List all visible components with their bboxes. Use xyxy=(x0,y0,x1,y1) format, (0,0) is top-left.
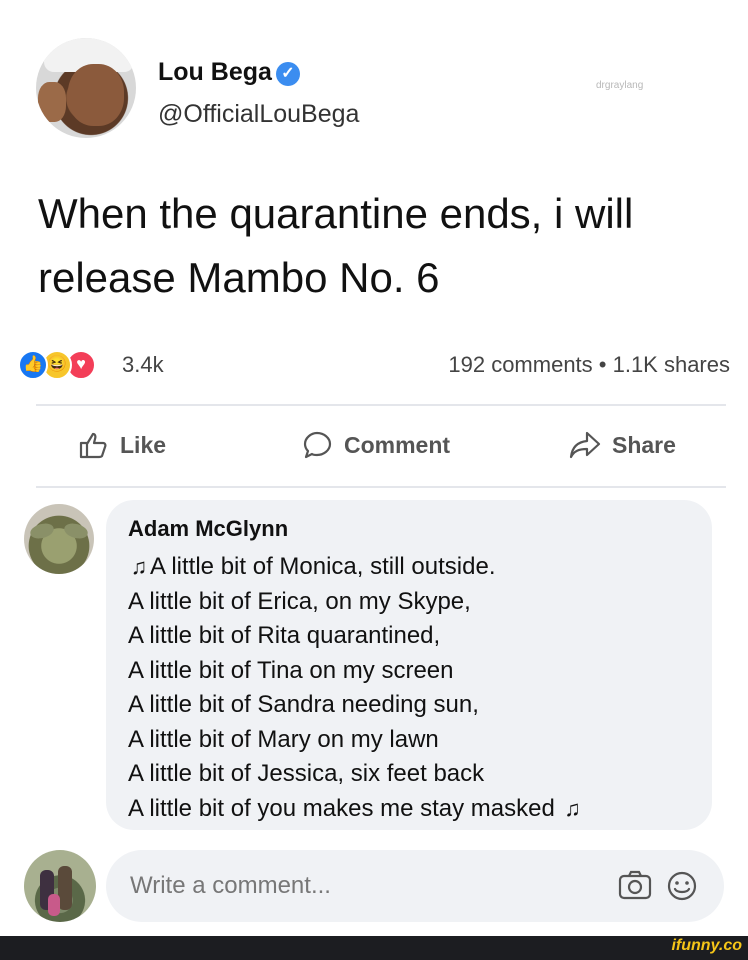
comment-line: A little bit of Erica, on my Skype, xyxy=(128,587,471,615)
actions-row: Like Comment Share xyxy=(36,420,726,470)
camera-icon[interactable] xyxy=(618,870,652,900)
footer-bar: ifunny.co xyxy=(0,936,748,960)
comment-line: A little bit of Jessica, six feet back xyxy=(128,760,485,787)
share-label: Share xyxy=(612,431,676,458)
write-comment-row: Write a comment... xyxy=(20,846,724,926)
comment-button[interactable]: Comment xyxy=(300,420,450,470)
avatar-hand xyxy=(38,82,66,122)
avatar-figure xyxy=(48,894,60,916)
author-name-row[interactable]: Lou Bega ✓ xyxy=(158,58,300,87)
share-button[interactable]: Share xyxy=(568,420,676,470)
post-header: Lou Bega ✓ @OfficialLouBega drgraylang xyxy=(36,32,716,142)
post-text: When the quarantine ends, i will release… xyxy=(38,182,718,310)
reactions-row: 👍 😆 ♥ 3.4k 192 comments • 1.1K shares xyxy=(14,348,730,384)
comment: Adam McGlynn ♫ A little bit of Monica, st… xyxy=(20,498,720,838)
avatar-figure xyxy=(58,866,72,910)
watermark: drgraylang xyxy=(596,80,644,91)
post-text-line-2: release Mambo No. 6 xyxy=(38,254,440,301)
speech-bubble-icon xyxy=(300,428,334,462)
comment-line: A little bit of Sandra needing sun, xyxy=(128,691,479,718)
verified-badge-icon: ✓ xyxy=(275,62,300,86)
reaction-icons[interactable]: 👍 😆 ♥ xyxy=(18,350,114,382)
current-user-avatar[interactable] xyxy=(24,850,96,922)
share-arrow-icon xyxy=(568,428,602,462)
write-comment-placeholder: Write a comment... xyxy=(130,872,331,899)
comment-line: A little bit of Mary on my lawn xyxy=(128,725,439,753)
author-handle[interactable]: @OfficialLouBega xyxy=(158,100,359,129)
music-note-icon: ♫ xyxy=(130,554,148,579)
emoji-icon[interactable] xyxy=(666,870,698,902)
comment-line: A little bit of you makes me stay masked… xyxy=(128,792,708,827)
comment-label: Comment xyxy=(344,431,451,458)
avatar-face xyxy=(68,64,124,126)
reaction-count[interactable]: 3.4k xyxy=(122,352,164,378)
thumbs-up-icon xyxy=(76,428,110,462)
divider-bottom xyxy=(36,486,726,488)
commenter-avatar[interactable] xyxy=(24,504,94,574)
author-avatar[interactable] xyxy=(36,38,136,138)
like-button[interactable]: Like xyxy=(76,420,166,470)
like-label: Like xyxy=(120,431,167,458)
ifunny-logo[interactable]: ifunny.co xyxy=(671,937,742,955)
author-name[interactable]: Lou Bega xyxy=(158,58,272,86)
music-note-icon: ♫ xyxy=(564,795,581,821)
comment-line: ♫ A little bit of Monica, still outside. xyxy=(128,550,708,585)
commenter-name[interactable]: Adam McGlynn xyxy=(128,516,288,542)
like-reaction-icon: 👍 xyxy=(18,350,48,380)
post-text-line-1: When the quarantine ends, i will xyxy=(38,190,634,237)
comment-bubble: Adam McGlynn ♫ A little bit of Monica, st… xyxy=(106,500,712,830)
comment-line: A little bit of Rita quarantined, xyxy=(128,622,441,649)
divider-top xyxy=(36,404,726,406)
comment-text: ♫ A little bit of Monica, still outside. … xyxy=(128,550,708,826)
comments-shares-count[interactable]: 192 comments • 1.1K shares xyxy=(448,352,730,378)
comment-line: A little bit of Tina on my screen xyxy=(128,656,454,684)
